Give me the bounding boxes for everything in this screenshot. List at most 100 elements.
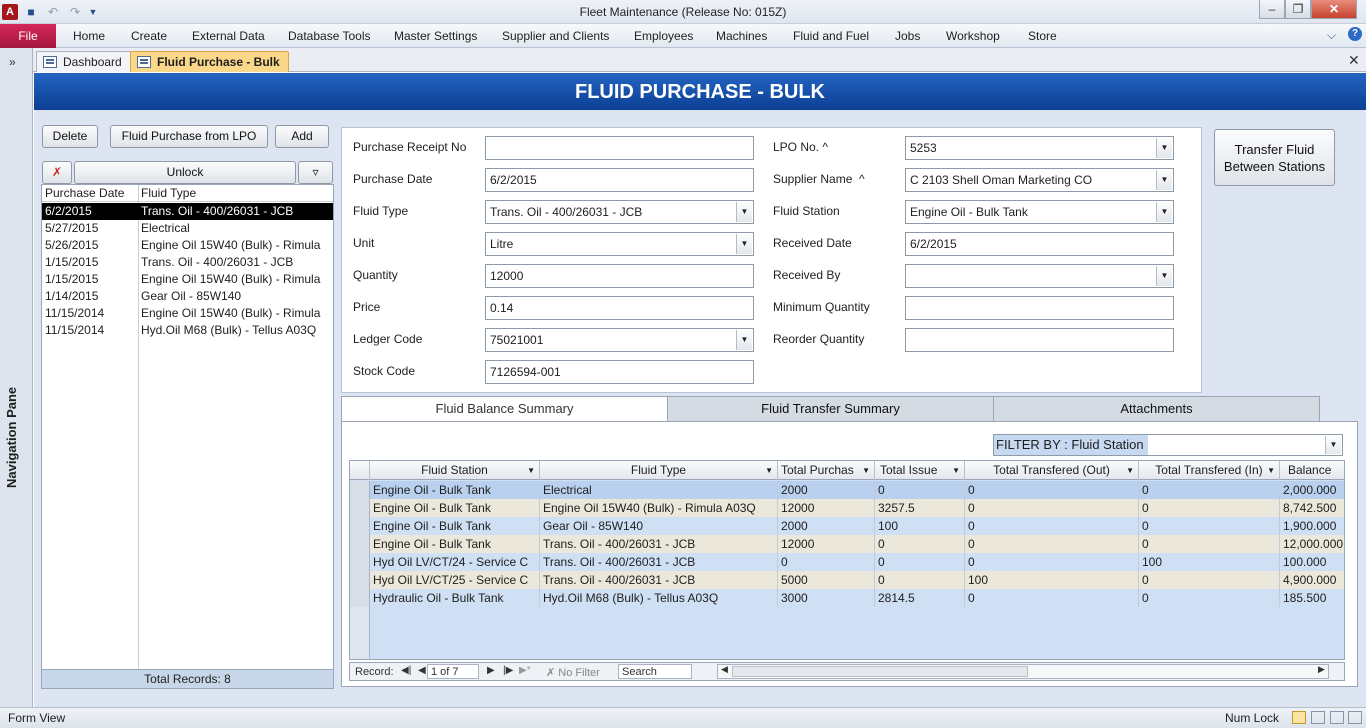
list-item[interactable]: 5/27/2015 Electrical [42,220,333,237]
cell-total-purchase[interactable]: 0 [778,553,875,571]
cell-transfer-out[interactable]: 0 [965,499,1139,517]
quantity-field[interactable]: 12000 [485,264,754,288]
ribbon-tab-create[interactable]: Create [131,29,167,43]
customize-toolbar-icon[interactable]: ▼ [88,3,98,21]
cell-fluid-station[interactable]: Hyd Oil LV/CT/25 - Service C [370,571,540,589]
cell-fluid-type[interactable]: Trans. Oil - 400/26031 - JCB [540,553,778,571]
ribbon-tab-database-tools[interactable]: Database Tools [288,29,371,43]
cell-fluid-station[interactable]: Engine Oil - Bulk Tank [370,499,540,517]
fluid-balance-grid[interactable]: Fluid Station ▼ Fluid Type ▼ Total Purchas… [349,460,1345,660]
cell-transfer-out[interactable]: 0 [965,481,1139,499]
column-header-transfer-in[interactable]: Total Transfered (In) ▼ [1139,461,1280,480]
ribbon-tab-external-data[interactable]: External Data [192,29,265,43]
column-header-total-purchase[interactable]: Total Purchas ▼ [778,461,875,480]
tab-fluid-purchase-bulk[interactable]: Fluid Purchase - Bulk [130,51,289,72]
close-tab-icon[interactable]: ✕ [1348,52,1360,69]
table-row[interactable]: Hydraulic Oil - Bulk Tank Hyd.Oil M68 (B… [350,589,1344,607]
row-selector[interactable] [350,499,370,517]
cell-total-issue[interactable]: 0 [875,481,965,499]
cell-transfer-in[interactable]: 0 [1139,517,1280,535]
next-record-icon[interactable]: ▶ [487,665,495,676]
cell-transfer-out[interactable]: 0 [965,535,1139,553]
cell-balance[interactable]: 2,000.000 [1280,481,1344,499]
cell-total-purchase[interactable]: 12000 [778,499,875,517]
row-selector[interactable] [350,589,370,607]
ribbon-tab-supplier-and-clients[interactable]: Supplier and Clients [502,29,609,43]
chevron-down-icon[interactable]: ▼ [1156,266,1172,286]
cell-total-purchase[interactable]: 5000 [778,571,875,589]
supplier-name-combobox[interactable]: C 2103 Shell Oman Marketing CO ▼ [905,168,1174,192]
cell-balance[interactable]: 185.500 [1280,589,1344,607]
cell-fluid-type[interactable]: Trans. Oil - 400/26031 - JCB [540,571,778,589]
fluid-station-combobox[interactable]: Engine Oil - Bulk Tank ▼ [905,200,1174,224]
chevron-down-icon[interactable]: ▼ [736,234,752,254]
filter-by-station-combobox[interactable]: FILTER BY : Fluid Station ▼ [993,434,1343,456]
sort-arrow-icon[interactable]: ▼ [765,461,773,480]
cell-transfer-in[interactable]: 0 [1139,499,1280,517]
column-header-fluid-station[interactable]: Fluid Station ▼ [370,461,540,480]
record-position-field[interactable]: 1 of 7 [427,664,479,679]
cell-total-issue[interactable]: 2814.5 [875,589,965,607]
table-row[interactable]: Engine Oil - Bulk Tank Engine Oil 15W40 … [350,499,1344,517]
last-record-icon[interactable]: |▶ [503,665,513,676]
first-record-icon[interactable]: ◀| [401,665,411,676]
cell-fluid-type[interactable]: Trans. Oil - 400/26031 - JCB [540,535,778,553]
purchase-date-field[interactable]: 6/2/2015 [485,168,754,192]
tab-attachments[interactable]: Attachments [993,396,1320,421]
column-header-transfer-out[interactable]: Total Transfered (Out) ▼ [965,461,1139,480]
fluid-purchase-from-lpo-button[interactable]: Fluid Purchase from LPO [110,125,268,148]
table-row[interactable]: Engine Oil - Bulk Tank Gear Oil - 85W140… [350,517,1344,535]
cell-balance[interactable]: 100.000 [1280,553,1344,571]
no-filter-button[interactable]: ✗ No Filter [546,666,600,679]
cell-transfer-in[interactable]: 0 [1139,535,1280,553]
row-selector[interactable] [350,571,370,589]
new-record-icon[interactable]: ▶* [519,665,531,676]
cell-fluid-station[interactable]: Engine Oil - Bulk Tank [370,535,540,553]
cell-balance[interactable]: 8,742.500 [1280,499,1344,517]
reorder-quantity-field[interactable] [905,328,1174,352]
column-header-balance[interactable]: Balance [1280,461,1344,480]
purchase-receipt-no-field[interactable] [485,136,754,160]
ribbon-tab-fluid-and-fuel[interactable]: Fluid and Fuel [793,29,869,43]
scroll-right-icon[interactable]: ▶ [1318,664,1325,675]
navigation-pane[interactable]: » Navigation Pane [0,48,33,708]
cell-total-purchase[interactable]: 12000 [778,535,875,553]
row-selector[interactable] [350,535,370,553]
list-item[interactable]: 11/15/2014 Engine Oil 15W40 (Bulk) - Rimu… [42,305,333,322]
unit-combobox[interactable]: Litre ▼ [485,232,754,256]
stock-code-field[interactable]: 7126594-001 [485,360,754,384]
list-item[interactable]: 1/15/2015 Engine Oil 15W40 (Bulk) - Rimul… [42,271,333,288]
cell-total-purchase[interactable]: 2000 [778,481,875,499]
tab-fluid-transfer-summary[interactable]: Fluid Transfer Summary [667,396,994,421]
purchase-list[interactable]: Purchase Date Fluid Type 6/2/2015 Trans. … [41,184,334,689]
cell-balance[interactable]: 4,900.000 [1280,571,1344,589]
tab-dashboard[interactable]: Dashboard [36,51,131,72]
design-view-icon[interactable] [1348,711,1362,724]
clear-filter-icon[interactable]: ✗ [42,161,72,184]
cell-total-issue[interactable]: 100 [875,517,965,535]
chevron-down-icon[interactable]: ▼ [1156,202,1172,222]
cell-transfer-in[interactable]: 100 [1139,553,1280,571]
cell-transfer-out[interactable]: 0 [965,589,1139,607]
cell-fluid-station[interactable]: Hydraulic Oil - Bulk Tank [370,589,540,607]
cell-fluid-station[interactable]: Engine Oil - Bulk Tank [370,517,540,535]
cell-total-issue[interactable]: 0 [875,553,965,571]
price-field[interactable]: 0.14 [485,296,754,320]
previous-record-icon[interactable]: ◀ [418,665,426,676]
cell-transfer-in[interactable]: 0 [1139,481,1280,499]
cell-total-purchase[interactable]: 3000 [778,589,875,607]
minimum-quantity-field[interactable] [905,296,1174,320]
undo-icon[interactable]: ↶ [44,3,62,21]
received-date-field[interactable]: 6/2/2015 [905,232,1174,256]
cell-fluid-type[interactable]: Electrical [540,481,778,499]
chevron-down-icon[interactable]: ▼ [1156,138,1172,158]
fluid-type-combobox[interactable]: Trans. Oil - 400/26031 - JCB ▼ [485,200,754,224]
cell-transfer-in[interactable]: 0 [1139,571,1280,589]
ribbon-tab-machines[interactable]: Machines [716,29,767,43]
cell-transfer-in[interactable]: 0 [1139,589,1280,607]
chevron-down-icon[interactable]: ▼ [1156,170,1172,190]
lpo-no-combobox[interactable]: 5253 ▼ [905,136,1174,160]
access-app-icon[interactable]: A [2,4,18,20]
table-row[interactable]: Hyd Oil LV/CT/25 - Service C Trans. Oil … [350,571,1344,589]
sort-arrow-icon[interactable]: ▼ [1126,461,1134,480]
